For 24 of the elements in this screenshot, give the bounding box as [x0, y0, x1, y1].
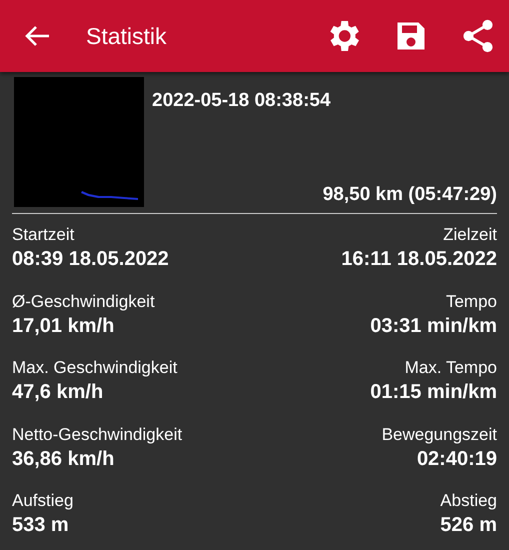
stat-value: 526 m: [440, 513, 497, 538]
stat-value: 17,01 km/h: [12, 314, 114, 339]
distance-duration: 98,50 km (05:47:29): [322, 182, 497, 206]
stat-label: Netto-Geschwindigkeit: [12, 424, 182, 446]
stat-label: Tempo: [446, 290, 497, 312]
stat-value: 533 m: [12, 513, 69, 538]
stat-label: Startzeit: [12, 224, 74, 246]
stat-label: Aufstieg: [12, 490, 74, 512]
stat-label: Max. Tempo: [404, 357, 497, 379]
stat-label: Max. Geschwindigkeit: [12, 357, 178, 379]
stat-label: Bewegungszeit: [382, 424, 497, 446]
stat-value: 02:40:19: [416, 446, 497, 472]
stat-label: Abstieg: [440, 490, 497, 512]
stat-value: 08:39 18.05.2022: [12, 247, 169, 272]
stat-label: Ø-Geschwindigkeit: [12, 290, 155, 312]
stat-label: Zielzeit: [443, 224, 497, 246]
stat-value: 03:31 min/km: [370, 314, 497, 339]
screen-title: Statistik: [86, 22, 167, 51]
date-time: 2022-05-18 08:38:54: [152, 89, 332, 113]
stat-value: 36,86 km/h: [12, 446, 114, 472]
back-icon[interactable]: [24, 25, 50, 47]
stat-value: 16:11 18.05.2022: [341, 247, 497, 272]
stat-value: 47,6 km/h: [12, 380, 104, 406]
stat-value: 01:15 min/km: [370, 380, 497, 406]
